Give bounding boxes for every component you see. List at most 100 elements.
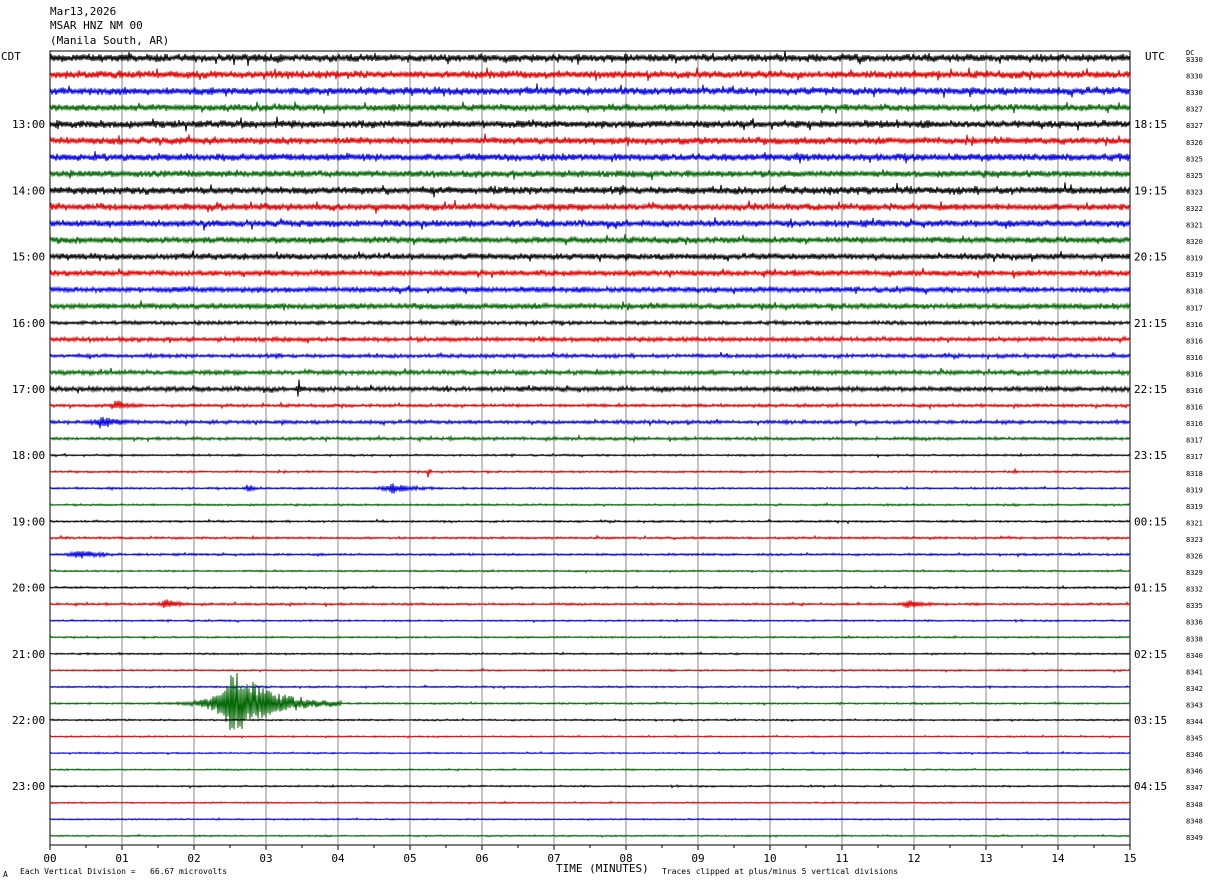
left-hour-label: 22:00 (12, 714, 45, 727)
seismic-trace (49, 116, 1131, 132)
left-hour-label: 20:00 (12, 582, 45, 595)
seismic-trace (49, 783, 1131, 789)
dc-offset-value: 8343 (1186, 701, 1203, 709)
dc-offset-value: 8327 (1186, 122, 1203, 130)
dc-offset-value: 8327 (1186, 106, 1203, 114)
seismic-trace (49, 133, 1131, 147)
dc-offset-value: 8330 (1186, 56, 1203, 64)
seismic-trace (49, 634, 1131, 640)
x-tick-label: 15 (1123, 852, 1136, 865)
dc-offset-value: 8342 (1186, 685, 1203, 693)
dc-offset-value: 8316 (1186, 370, 1203, 378)
dc-offset-value: 8323 (1186, 188, 1203, 196)
dc-offset-value: 8326 (1186, 553, 1203, 561)
right-hour-label: 19:15 (1134, 184, 1167, 197)
seismic-trace (49, 501, 1131, 508)
dc-offset-value: 8316 (1186, 354, 1203, 362)
seismic-trace (49, 568, 1131, 574)
seismic-trace (49, 101, 1131, 114)
seismic-trace (49, 833, 1131, 839)
seismic-trace (49, 151, 1131, 164)
seismic-trace (49, 816, 1131, 822)
seismic-trace (49, 550, 1131, 559)
x-tick-label: 11 (835, 852, 848, 865)
seismic-trace (49, 416, 1131, 429)
clip-note: Traces clipped at plus/minus 5 vertical … (662, 867, 899, 876)
dc-offset-value: 8318 (1186, 470, 1203, 478)
right-hour-label: 00:15 (1134, 515, 1167, 528)
seismic-trace (49, 618, 1131, 624)
left-hour-label: 23:00 (12, 780, 45, 793)
seismic-trace (49, 672, 1131, 731)
x-tick-label: 04 (331, 852, 345, 865)
right-hour-label: 02:15 (1134, 648, 1167, 661)
seismic-trace (49, 717, 1131, 723)
dc-offset-value: 8323 (1186, 536, 1203, 544)
seismic-trace (49, 267, 1131, 279)
dc-offset-value: 8316 (1186, 337, 1203, 345)
x-tick-label: 01 (115, 852, 128, 865)
seismic-trace (49, 651, 1131, 656)
right-hour-label: 03:15 (1134, 714, 1167, 727)
dc-offset-value: 8322 (1186, 205, 1203, 213)
helicorder-plot: 00 01 02 03 04 05 06 07 08 09 10 11 12 13 14 1583308330… (12, 50, 1203, 865)
right-hour-label: 18:15 (1134, 118, 1167, 131)
left-hour-label: 15:00 (12, 251, 45, 264)
x-tick-label: 10 (763, 852, 776, 865)
left-hour-label: 13:00 (12, 118, 45, 131)
seismic-trace (49, 217, 1131, 231)
seismic-trace (49, 584, 1131, 591)
seismic-trace (49, 300, 1131, 311)
seismic-trace (49, 734, 1131, 739)
dc-offset-value: 8319 (1186, 255, 1203, 263)
dc-offset-value: 8345 (1186, 735, 1203, 743)
dc-offset-value: 8319 (1186, 486, 1203, 494)
x-tick-label: 14 (1051, 852, 1065, 865)
seismic-trace (49, 534, 1131, 542)
seismic-trace (49, 483, 1131, 494)
dc-offset-value: 8348 (1186, 817, 1203, 825)
dc-offset-value: 8330 (1186, 73, 1203, 81)
x-tick-label: 02 (187, 852, 200, 865)
dc-offset-value: 8321 (1186, 519, 1203, 527)
dc-offset-value: 8317 (1186, 437, 1203, 445)
dc-offset-value: 8320 (1186, 238, 1203, 246)
right-hour-label: 21:15 (1134, 317, 1167, 330)
left-hour-label: 19:00 (12, 515, 45, 528)
seismic-trace (49, 367, 1131, 377)
dc-offset-value: 8344 (1186, 718, 1203, 726)
plot-frame (49, 50, 1131, 846)
vertical-division-note: Each Vertical Division = 66.67 microvolt… (20, 867, 228, 876)
dc-offset-value: 8330 (1186, 89, 1203, 97)
dc-offset-value: 8321 (1186, 222, 1203, 230)
seismic-trace (49, 234, 1131, 246)
seismic-trace (49, 667, 1131, 674)
dc-offset-value: 8329 (1186, 569, 1203, 577)
right-hour-label: 04:15 (1134, 780, 1167, 793)
seismic-trace (49, 169, 1131, 180)
dc-offset-value: 8316 (1186, 387, 1203, 395)
seismic-trace (49, 767, 1131, 772)
dc-offset-value: 8349 (1186, 834, 1203, 842)
dc-offset-value: 8338 (1186, 635, 1203, 643)
right-hour-label: 23:15 (1134, 449, 1167, 462)
dc-offset-value: 8318 (1186, 288, 1203, 296)
seismic-trace (49, 684, 1131, 690)
x-tick-label: 03 (259, 852, 272, 865)
left-hour-label: 21:00 (12, 648, 45, 661)
right-hour-label: 22:15 (1134, 383, 1167, 396)
seismic-trace (49, 199, 1131, 214)
x-tick-label: 13 (979, 852, 992, 865)
dc-offset-value: 8325 (1186, 155, 1203, 163)
seismic-trace (49, 433, 1131, 444)
seismic-trace (49, 318, 1131, 328)
seismic-trace (49, 379, 1131, 397)
dc-offset-value: 8347 (1186, 784, 1203, 792)
right-hour-label: 20:15 (1134, 251, 1167, 264)
dc-offset-value: 8316 (1186, 321, 1203, 329)
seismic-trace (49, 599, 1131, 608)
x-tick-label: 00 (43, 852, 56, 865)
left-hour-label: 17:00 (12, 383, 45, 396)
right-hour-label: 01:15 (1134, 582, 1167, 595)
dc-offset-value: 8316 (1186, 420, 1203, 428)
